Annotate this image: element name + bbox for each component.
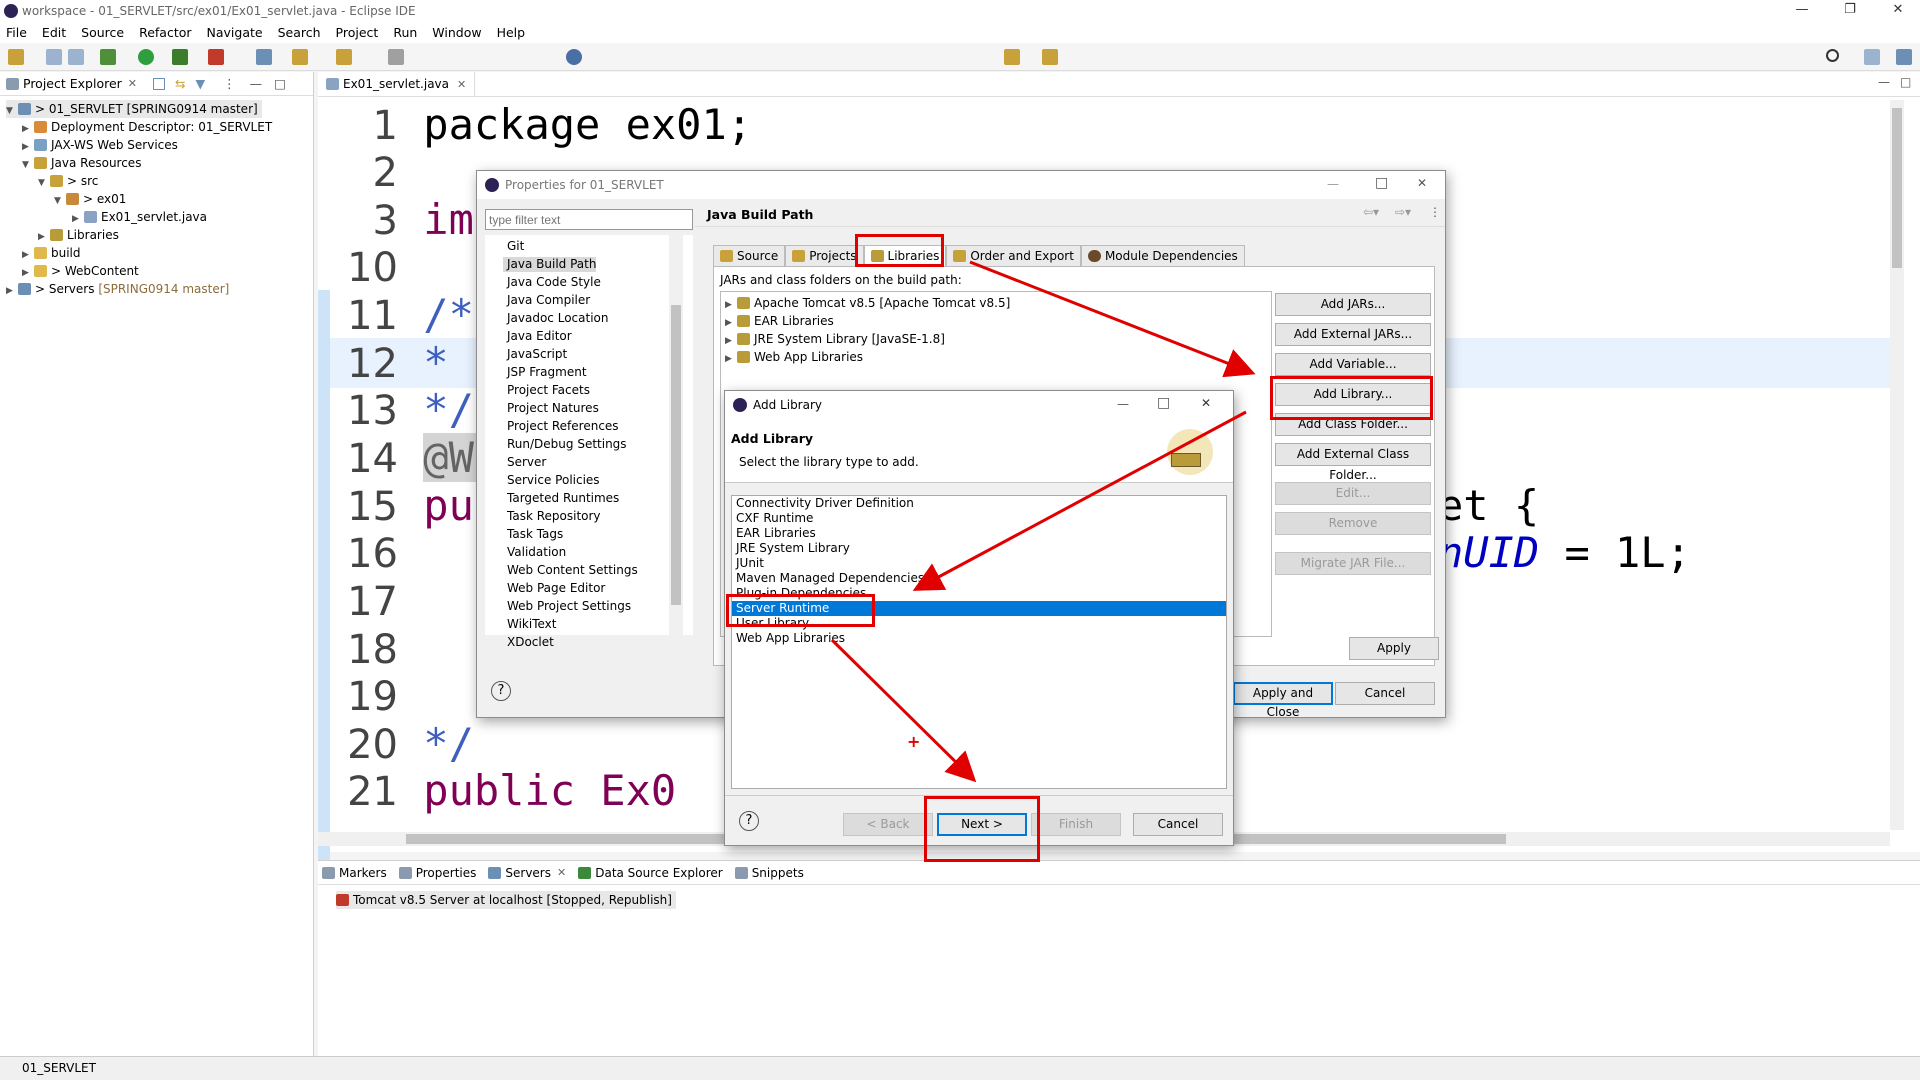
annotation-arrow — [969, 260, 1256, 378]
annotation-arrow — [912, 410, 1247, 591]
eclipse-window: workspace - 01_SERVLET/src/ex01/Ex01_ser… — [0, 0, 1920, 1080]
annotation-arrow — [830, 638, 977, 783]
annotation-arrows — [830, 260, 1256, 783]
